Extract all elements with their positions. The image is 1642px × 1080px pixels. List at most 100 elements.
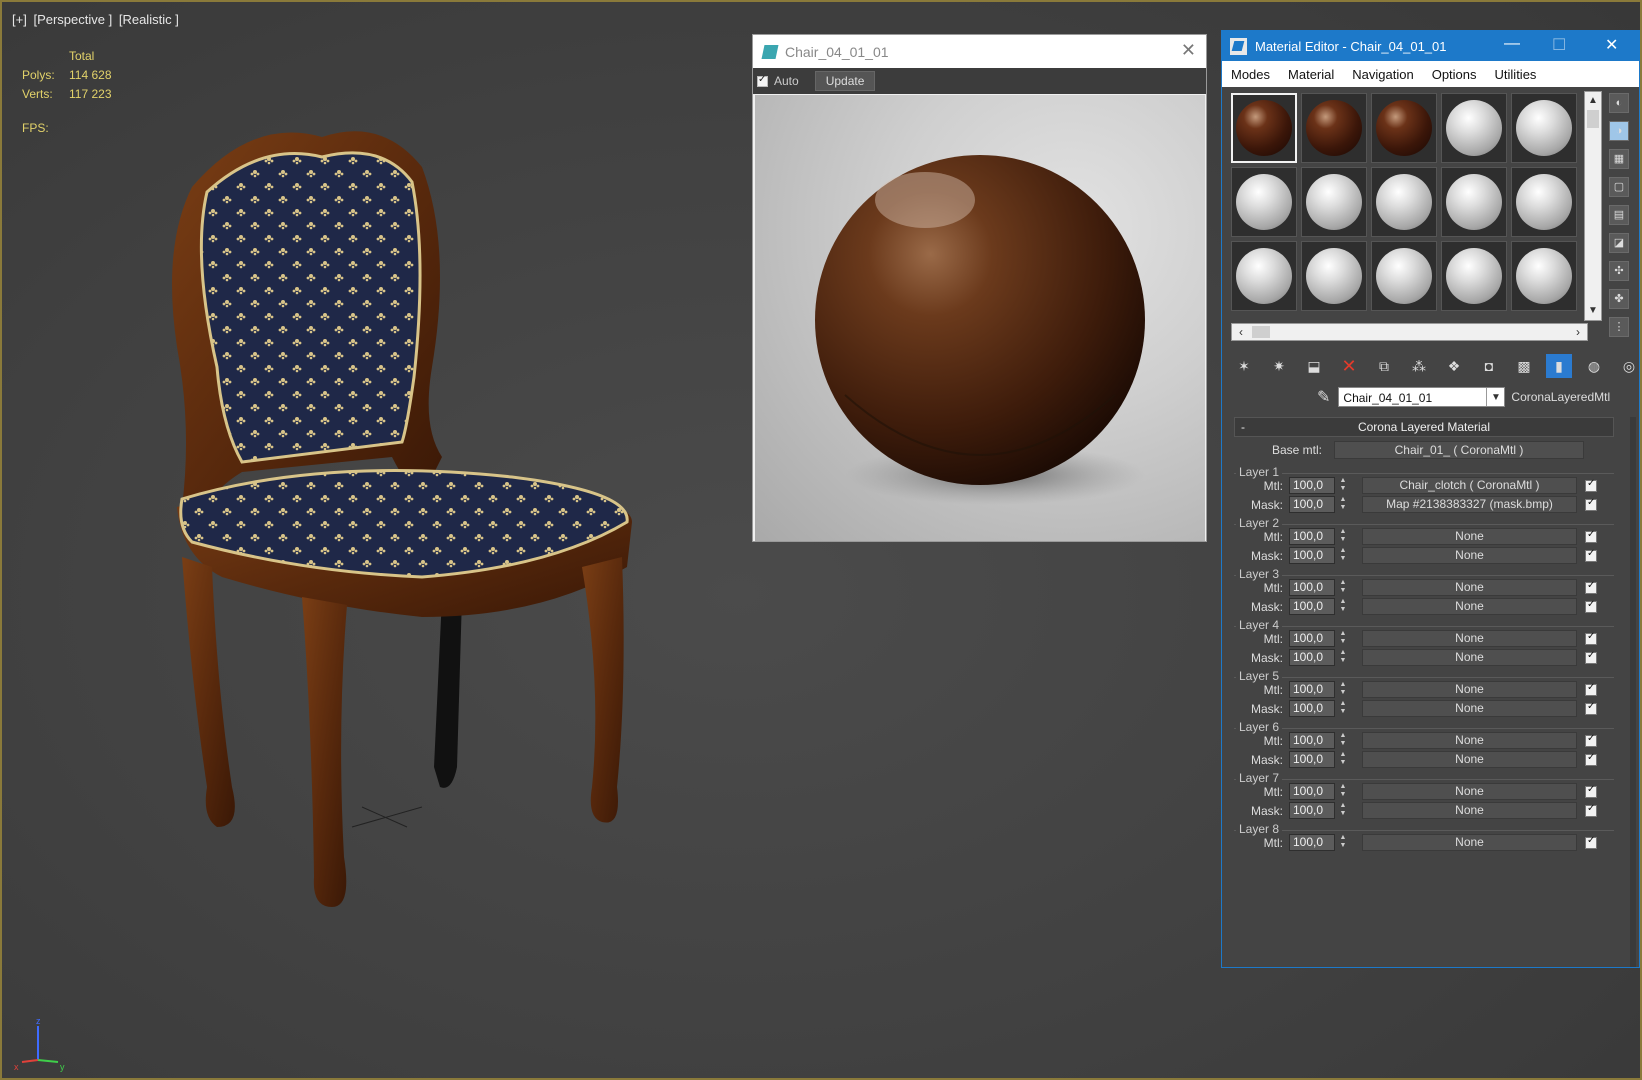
layer-mask-enable-checkbox[interactable]: [1585, 548, 1597, 562]
material-sample-slot[interactable]: [1301, 241, 1367, 311]
material-sample-slot[interactable]: [1371, 241, 1437, 311]
layer-mask-enable-checkbox[interactable]: [1585, 701, 1597, 715]
spinner-icon[interactable]: ▲ ▼: [1337, 630, 1349, 647]
mtl-amount-input[interactable]: 100,0: [1289, 783, 1335, 800]
material-type-button[interactable]: CoronaLayeredMtl: [1511, 390, 1610, 404]
material-id-channel-icon[interactable]: ◘: [1476, 354, 1502, 378]
layer-mtl-enable-checkbox[interactable]: [1585, 682, 1597, 696]
select-by-material-icon[interactable]: ✤: [1609, 289, 1629, 309]
spinner-icon[interactable]: ▲ ▼: [1337, 834, 1349, 851]
menu-options[interactable]: Options: [1423, 67, 1486, 82]
preview-titlebar[interactable]: Chair_04_01_01 ✕: [753, 35, 1206, 68]
layer-mtl-button[interactable]: None: [1362, 783, 1577, 800]
material-sample-slot[interactable]: [1441, 93, 1507, 163]
options-icon[interactable]: ✣: [1609, 261, 1629, 281]
mtl-amount-input[interactable]: 100,0: [1289, 732, 1335, 749]
spinner-icon[interactable]: ▲ ▼: [1337, 802, 1349, 819]
make-copy-icon[interactable]: ⧉: [1371, 354, 1397, 378]
scroll-right-icon[interactable]: ›: [1569, 324, 1587, 340]
update-button[interactable]: Update: [814, 71, 876, 91]
mask-amount-input[interactable]: 100,0: [1289, 496, 1335, 513]
spinner-icon[interactable]: ▲ ▼: [1337, 649, 1349, 666]
mask-amount-input[interactable]: 100,0: [1289, 649, 1335, 666]
scroll-thumb[interactable]: [1252, 326, 1270, 338]
chevron-down-icon[interactable]: ▼: [1486, 388, 1504, 406]
minimize-icon[interactable]: —: [1504, 35, 1520, 53]
layer-mtl-enable-checkbox[interactable]: [1585, 835, 1597, 849]
layer-mtl-enable-checkbox[interactable]: [1585, 784, 1597, 798]
make-preview-icon[interactable]: ◪: [1609, 233, 1629, 253]
slots-vertical-scrollbar[interactable]: ▲ ▼: [1584, 91, 1602, 321]
material-sample-slot[interactable]: [1511, 93, 1577, 163]
material-preview-window[interactable]: Chair_04_01_01 ✕ Auto Update: [752, 34, 1207, 542]
rollout-scrollbar[interactable]: [1630, 417, 1636, 967]
rollout-header[interactable]: - Corona Layered Material: [1234, 417, 1614, 437]
mtl-amount-input[interactable]: 100,0: [1289, 681, 1335, 698]
mtl-amount-input[interactable]: 100,0: [1289, 834, 1335, 851]
mask-amount-input[interactable]: 100,0: [1289, 700, 1335, 717]
layer-mask-button[interactable]: None: [1362, 598, 1577, 615]
layer-mask-button[interactable]: None: [1362, 751, 1577, 768]
scroll-down-icon[interactable]: ▼: [1585, 302, 1601, 320]
layer-mask-button[interactable]: None: [1362, 649, 1577, 666]
layer-mtl-button[interactable]: None: [1362, 528, 1577, 545]
layer-mask-enable-checkbox[interactable]: [1585, 497, 1597, 511]
menu-modes[interactable]: Modes: [1222, 67, 1279, 82]
material-map-navigator-icon[interactable]: ⋮: [1609, 317, 1629, 337]
material-sample-slot[interactable]: [1231, 241, 1297, 311]
spinner-icon[interactable]: ▲ ▼: [1337, 783, 1349, 800]
mask-amount-input[interactable]: 100,0: [1289, 598, 1335, 615]
menu-navigation[interactable]: Navigation: [1343, 67, 1422, 82]
material-sample-slot[interactable]: [1371, 167, 1437, 237]
layer-mask-enable-checkbox[interactable]: [1585, 803, 1597, 817]
sample-type-icon[interactable]: ◐: [1609, 93, 1629, 113]
show-shaded-in-viewport-icon[interactable]: ▩: [1511, 354, 1537, 378]
put-to-scene-icon[interactable]: ✷: [1266, 354, 1292, 378]
layer-mtl-button[interactable]: None: [1362, 579, 1577, 596]
mask-amount-input[interactable]: 100,0: [1289, 802, 1335, 819]
material-sample-slot[interactable]: [1301, 167, 1367, 237]
go-to-parent-icon[interactable]: ◍: [1581, 354, 1607, 378]
material-sample-slot[interactable]: [1231, 167, 1297, 237]
material-editor-window[interactable]: Material Editor - Chair_04_01_01 — ☐ ✕ M…: [1221, 30, 1640, 968]
spinner-icon[interactable]: ▲ ▼: [1337, 732, 1349, 749]
layer-mask-enable-checkbox[interactable]: [1585, 599, 1597, 613]
sample-uv-tiling-icon[interactable]: ▢: [1609, 177, 1629, 197]
spinner-icon[interactable]: ▲ ▼: [1337, 598, 1349, 615]
go-forward-sibling-icon[interactable]: ◎: [1616, 354, 1642, 378]
layer-mtl-enable-checkbox[interactable]: [1585, 529, 1597, 543]
spinner-icon[interactable]: ▲ ▼: [1337, 496, 1349, 513]
spinner-icon[interactable]: ▲ ▼: [1337, 579, 1349, 596]
scroll-up-icon[interactable]: ▲: [1585, 92, 1601, 110]
material-sample-slot[interactable]: [1511, 167, 1577, 237]
backlight-icon[interactable]: ◑: [1609, 121, 1629, 141]
scroll-left-icon[interactable]: ‹: [1232, 324, 1250, 340]
viewport-label[interactable]: [+] [Perspective ] [Realistic ]: [12, 12, 182, 27]
background-icon[interactable]: ▦: [1609, 149, 1629, 169]
base-mtl-button[interactable]: Chair_01_ ( CoronaMtl ): [1334, 441, 1584, 459]
material-sample-slot[interactable]: [1511, 241, 1577, 311]
layer-mask-button[interactable]: None: [1362, 547, 1577, 564]
spinner-icon[interactable]: ▲ ▼: [1337, 700, 1349, 717]
layer-mask-button[interactable]: None: [1362, 802, 1577, 819]
slots-horizontal-scrollbar[interactable]: ‹ ›: [1231, 323, 1588, 341]
reset-material-icon[interactable]: ✕: [1336, 354, 1362, 378]
scroll-thumb[interactable]: [1587, 110, 1599, 128]
mask-amount-input[interactable]: 100,0: [1289, 547, 1335, 564]
make-unique-icon[interactable]: ⁂: [1406, 354, 1432, 378]
material-name-dropdown[interactable]: Chair_04_01_01 ▼: [1338, 387, 1506, 407]
mtl-amount-input[interactable]: 100,0: [1289, 579, 1335, 596]
layer-mask-button[interactable]: Map #2138383327 (mask.bmp): [1362, 496, 1577, 513]
spinner-icon[interactable]: ▲ ▼: [1337, 547, 1349, 564]
layer-mask-enable-checkbox[interactable]: [1585, 752, 1597, 766]
get-material-icon[interactable]: ✶: [1231, 354, 1257, 378]
eyedropper-icon[interactable]: ✎: [1317, 387, 1330, 407]
auto-checkbox[interactable]: [757, 74, 768, 87]
put-to-library-icon[interactable]: ❖: [1441, 354, 1467, 378]
menu-utilities[interactable]: Utilities: [1486, 67, 1546, 82]
mtl-amount-input[interactable]: 100,0: [1289, 630, 1335, 647]
material-sample-slot[interactable]: [1231, 93, 1297, 163]
preview-render-canvas[interactable]: [755, 95, 1205, 541]
layer-mtl-button[interactable]: None: [1362, 630, 1577, 647]
mtl-amount-input[interactable]: 100,0: [1289, 528, 1335, 545]
